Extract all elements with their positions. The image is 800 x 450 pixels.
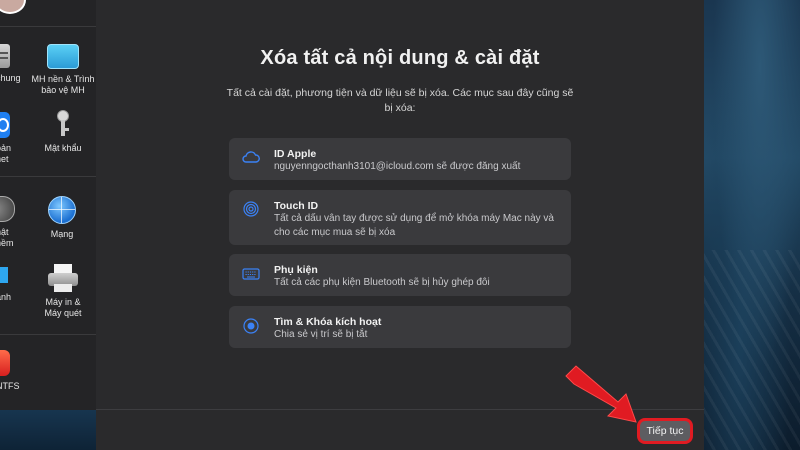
software-update-icon — [0, 196, 15, 222]
pref-item-printers[interactable]: Máy in & Máy quét — [36, 264, 90, 319]
section-divider — [0, 334, 96, 335]
desktop-screensaver-icon — [47, 44, 79, 69]
card-desc: nguyenngocthanh3101@icloud.com sẽ được đ… — [274, 161, 521, 172]
card-accessories: Phụ kiện Tất cả các phụ kiện Bluetooth s… — [229, 254, 571, 296]
pref-label: ành — [0, 292, 12, 302]
system-preferences-panel: chung MH nền & Trình bảo vệ MH oản het M… — [0, 0, 96, 410]
pref-label: Mạng — [50, 229, 74, 239]
pref-label: Mật khẩu — [44, 143, 82, 153]
pref-item-general[interactable]: chung — [0, 44, 30, 84]
find-my-icon — [243, 318, 259, 334]
printer-icon — [48, 264, 78, 292]
key-icon — [56, 110, 70, 138]
pref-label: NTFS — [0, 381, 20, 391]
pref-item-displays[interactable]: ành — [0, 267, 22, 303]
card-title: Phụ kiện — [274, 264, 318, 276]
cloud-icon — [242, 151, 260, 163]
pref-label: chung — [0, 73, 21, 83]
keyboard-icon — [242, 268, 260, 280]
pref-item-passwords[interactable]: Mật khẩu — [36, 110, 90, 154]
pref-item-network[interactable]: Mạng — [40, 196, 84, 240]
pref-label: oản het — [0, 143, 12, 164]
card-desc: Tất cả dấu vân tay được sử dụng để mở kh… — [274, 213, 554, 238]
pref-label: Máy in & Máy quét — [44, 297, 82, 318]
pref-item-desktop-screensaver[interactable]: MH nền & Trình bảo vệ MH — [28, 44, 98, 96]
card-desc: Chia sẻ vị trí sẽ bị tắt — [274, 329, 368, 340]
card-find-my: Tìm & Khóa kích hoạt Chia sẻ vị trí sẽ b… — [229, 306, 571, 348]
section-divider — [0, 176, 96, 177]
card-desc: Tất cả các phụ kiện Bluetooth sẽ bị hủy … — [274, 277, 490, 288]
pref-item-ntfs[interactable]: NTFS — [0, 350, 28, 392]
general-icon — [0, 44, 10, 68]
section-divider — [0, 26, 96, 27]
pref-item-software-update[interactable]: hật nềm — [0, 196, 26, 249]
pref-item-internet-accounts[interactable]: oản het — [0, 112, 26, 165]
fingerprint-icon — [243, 201, 259, 217]
card-apple-id: ID Apple nguyenngocthanh3101@icloud.com … — [229, 138, 571, 180]
dialog-title: Xóa tất cả nội dung & cài đặt — [260, 47, 540, 69]
continue-button[interactable]: Tiếp tục — [640, 421, 690, 441]
desktop-wallpaper-left — [0, 410, 96, 450]
dialog-subtitle: Tất cả cài đặt, phương tiện và dữ liệu s… — [226, 87, 574, 114]
card-title: Tìm & Khóa kích hoạt — [274, 316, 382, 328]
internet-accounts-icon — [0, 112, 10, 138]
display-icon — [0, 267, 8, 283]
card-title: Touch ID — [274, 200, 319, 212]
red-arrow-annotation — [565, 365, 637, 423]
pref-label: MH nền & Trình bảo vệ MH — [31, 74, 95, 95]
ntfs-icon — [0, 350, 10, 376]
avatar — [0, 0, 26, 14]
pref-label: hật nềm — [0, 227, 14, 248]
desktop-wallpaper-right — [700, 0, 800, 450]
card-title: ID Apple — [274, 148, 317, 160]
network-globe-icon — [48, 196, 76, 224]
card-touch-id: Touch ID Tất cả dấu vân tay được sử dụng… — [229, 190, 571, 245]
